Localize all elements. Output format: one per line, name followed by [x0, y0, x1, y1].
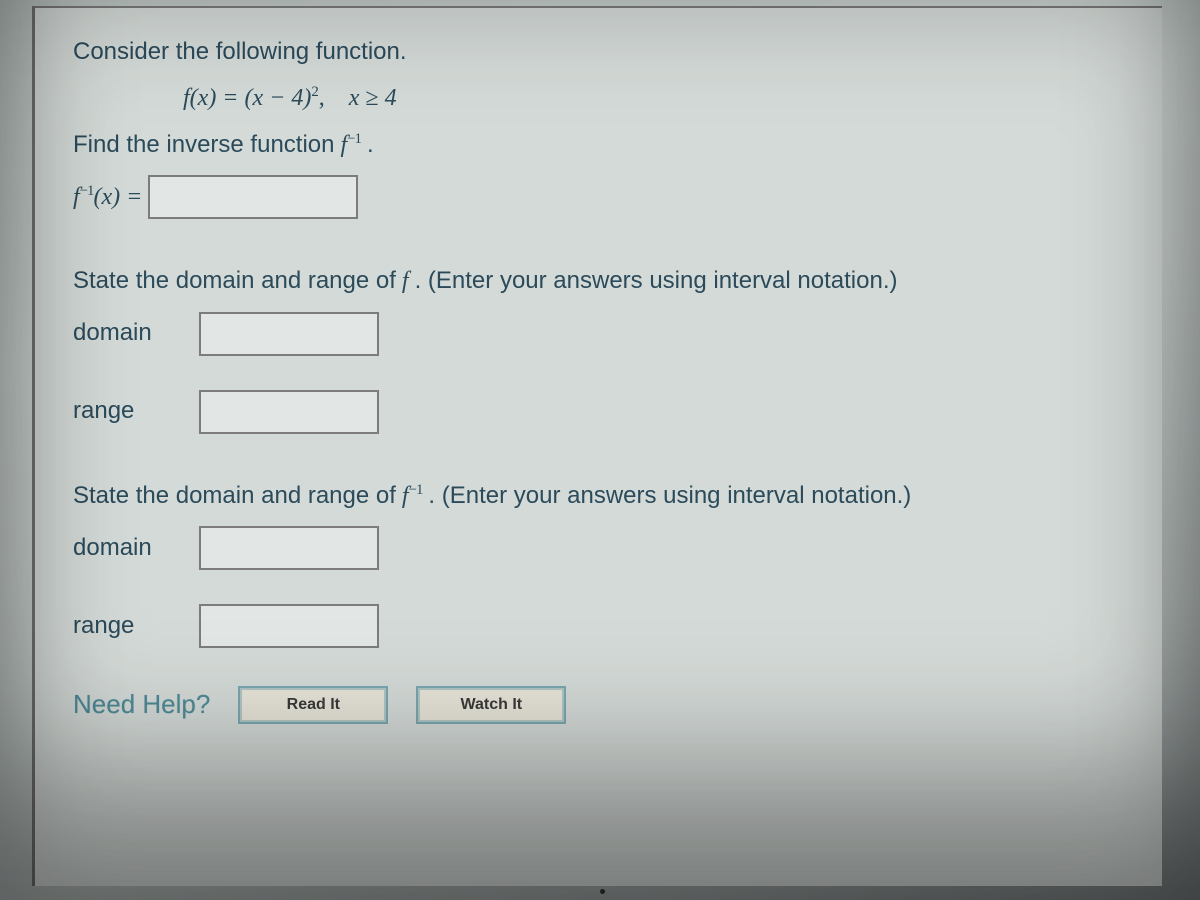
read-it-button[interactable]: Read It	[238, 686, 388, 724]
domain-label-2: domain	[73, 532, 193, 564]
range-label: range	[73, 395, 193, 427]
f-symbol: f	[402, 265, 409, 297]
finv-domain-row: domain	[73, 526, 1132, 570]
inverse-answer-row: f−1(x) =	[73, 175, 1132, 219]
func-expr: f(x) = (x − 4)2,	[183, 82, 325, 114]
cursor-dot	[600, 889, 605, 894]
find-inverse-text: Find the inverse function f−1 .	[73, 129, 1132, 161]
f-range-input[interactable]	[199, 390, 379, 434]
f-inverse-symbol-2: f−1	[402, 480, 423, 512]
inverse-label: f−1(x) =	[73, 181, 142, 213]
finv-range-row: range	[73, 604, 1132, 648]
f-domain-row: domain	[73, 312, 1132, 356]
need-help-label: Need Help?	[73, 689, 210, 720]
domain-label: domain	[73, 317, 193, 349]
question-card: Consider the following function. f(x) = …	[32, 6, 1162, 886]
finv-range-input[interactable]	[199, 604, 379, 648]
intro-text: Consider the following function.	[73, 36, 1132, 68]
state-f-text: State the domain and range of f. (Enter …	[73, 265, 1132, 297]
watch-it-button[interactable]: Watch It	[416, 686, 566, 724]
intro: Consider the following function.	[73, 36, 407, 68]
function-definition: f(x) = (x − 4)2, x ≥ 4	[73, 82, 1132, 114]
range-label-2: range	[73, 610, 193, 642]
f-domain-input[interactable]	[199, 312, 379, 356]
inverse-answer-input[interactable]	[148, 175, 358, 219]
f-inverse-symbol: f−1	[340, 129, 361, 161]
state-finv-text: State the domain and range of f−1 . (Ent…	[73, 480, 1132, 512]
f-range-row: range	[73, 390, 1132, 434]
finv-domain-input[interactable]	[199, 526, 379, 570]
domain-restriction: x ≥ 4	[349, 82, 397, 114]
help-row: Need Help? Read It Watch It	[73, 686, 1132, 724]
